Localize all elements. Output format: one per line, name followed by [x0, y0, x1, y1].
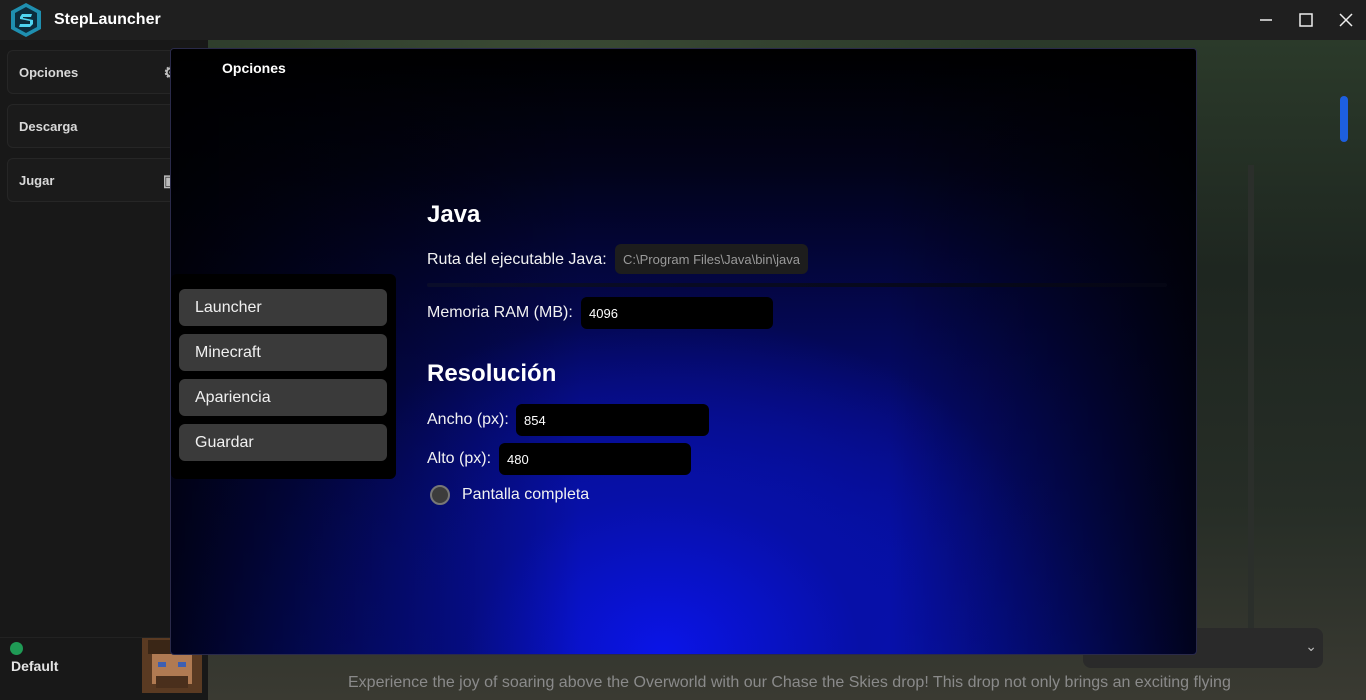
options-modal: Opciones Launcher Minecraft Apariencia G… — [170, 48, 1197, 655]
java-section-title: Java — [427, 201, 481, 228]
profile-name: Default — [11, 658, 59, 674]
maximize-icon — [1299, 13, 1313, 27]
chevron-down-icon: ⌄ — [1305, 638, 1317, 654]
ram-input[interactable] — [581, 297, 773, 329]
modal-title: Opciones — [222, 60, 286, 76]
nav-guardar-button[interactable]: Guardar — [179, 424, 387, 461]
close-icon — [1339, 13, 1353, 27]
fullscreen-label: Pantalla completa — [462, 486, 590, 503]
nav-launcher-button[interactable]: Launcher — [179, 289, 387, 326]
app-title: StepLauncher — [54, 11, 161, 28]
height-label: Alto (px): — [427, 450, 492, 467]
options-nav: Launcher Minecraft Apariencia Guardar — [171, 274, 396, 479]
width-label: Ancho (px): — [427, 411, 509, 428]
close-button[interactable] — [1326, 0, 1366, 40]
nav-minecraft-button[interactable]: Minecraft — [179, 334, 387, 371]
news-card-edge — [1248, 165, 1254, 665]
java-path-input[interactable] — [615, 244, 808, 274]
minimize-icon — [1260, 19, 1272, 21]
ram-label: Memoria RAM (MB): — [427, 304, 573, 321]
title-bar: StepLauncher — [0, 0, 1366, 40]
section-divider — [427, 283, 1167, 287]
scrollbar-thumb[interactable] — [1340, 96, 1348, 142]
java-path-label: Ruta del ejecutable Java: — [427, 251, 607, 268]
sidebar-item-label: Opciones — [19, 64, 79, 80]
nav-apariencia-button[interactable]: Apariencia — [179, 379, 387, 416]
fullscreen-radio[interactable] — [430, 485, 450, 505]
width-input[interactable] — [516, 404, 709, 436]
news-text: Experience the joy of soaring above the … — [348, 674, 1231, 691]
window-controls — [1246, 0, 1366, 40]
maximize-button[interactable] — [1286, 0, 1326, 40]
sidebar-item-label: Jugar — [19, 172, 55, 188]
resolution-section-title: Resolución — [427, 360, 557, 387]
online-status-dot — [10, 642, 23, 655]
sidebar-item-label: Descarga — [19, 118, 78, 134]
height-input[interactable] — [499, 443, 691, 475]
steplauncher-logo — [11, 3, 41, 37]
minimize-button[interactable] — [1246, 0, 1286, 40]
